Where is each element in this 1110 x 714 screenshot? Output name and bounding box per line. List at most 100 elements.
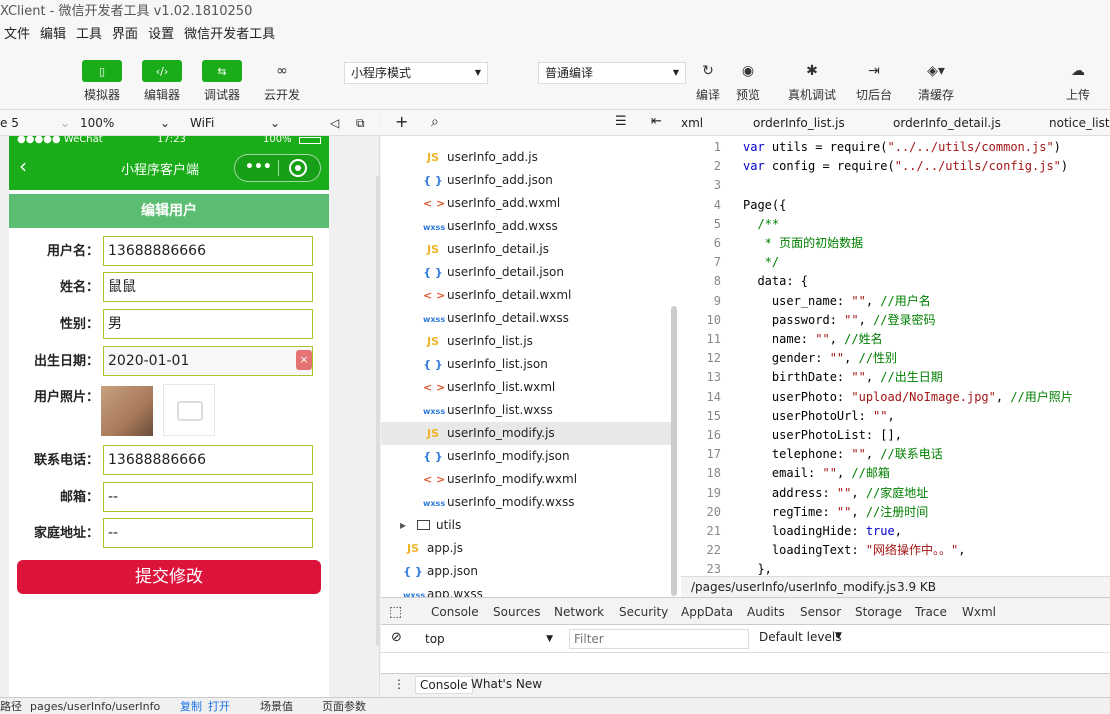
rotate-icon[interactable]: ⧉ bbox=[356, 110, 365, 136]
preview-button[interactable]: ◉ 预览 bbox=[728, 60, 768, 103]
file-item[interactable]: wxss app.wxss bbox=[403, 583, 673, 597]
search-icon[interactable]: ⌕ bbox=[431, 114, 439, 130]
drawer-tab-console[interactable]: Console bbox=[415, 676, 473, 694]
code-editor[interactable]: 1 var utils = require("../../utils/common… bbox=[681, 136, 1110, 576]
background-button[interactable]: ⇥ 切后台 bbox=[854, 60, 894, 103]
cloud-dev-button[interactable]: ∞ 云开发 bbox=[262, 60, 302, 103]
file-item[interactable]: wxss userInfo_detail.wxss bbox=[423, 307, 673, 330]
tab-orderinfo-list[interactable]: orderInfo_list.js bbox=[753, 110, 845, 135]
remote-debug-button[interactable]: ✱ 真机调试 bbox=[788, 60, 836, 103]
file-item[interactable]: JS userInfo_add.js bbox=[423, 146, 673, 169]
menu-tools[interactable]: 工具 bbox=[72, 24, 108, 46]
gender-input[interactable]: 男 bbox=[103, 309, 313, 339]
clear-console-icon[interactable]: ⊘ bbox=[391, 630, 402, 645]
debug-icon: ⇆ bbox=[202, 60, 242, 82]
add-photo-button[interactable] bbox=[163, 384, 215, 436]
upload-button[interactable]: ☁ 上传 bbox=[1058, 60, 1098, 103]
menu-view[interactable]: 界面 bbox=[108, 24, 144, 46]
simulator-scrollbar[interactable] bbox=[376, 176, 379, 646]
compile-button[interactable]: ↻ 编译 bbox=[688, 60, 728, 103]
compile-select[interactable]: 普通编译 ▼ bbox=[538, 62, 686, 84]
code-line: 4 Page({ bbox=[681, 196, 787, 215]
log-levels-select[interactable]: Default levels bbox=[759, 630, 841, 644]
file-item[interactable]: wxss userInfo_list.wxss bbox=[423, 399, 673, 422]
file-item[interactable]: < > userInfo_detail.wxml bbox=[423, 284, 673, 307]
inspect-icon[interactable]: ⬚ bbox=[389, 598, 402, 626]
file-item[interactable]: JS app.js bbox=[403, 537, 673, 560]
telephone-input[interactable]: 13688886666 bbox=[103, 445, 313, 475]
device-select[interactable]: e 5 bbox=[0, 110, 19, 136]
tab-wxml[interactable]: Wxml bbox=[962, 598, 996, 626]
tab-audits[interactable]: Audits bbox=[747, 598, 785, 626]
copy-path-link[interactable]: 复制 bbox=[180, 698, 202, 714]
editor-button[interactable]: ‹/› 编辑器 bbox=[142, 60, 182, 103]
scene-value-label[interactable]: 场景值 bbox=[260, 698, 293, 714]
address-row: 家庭地址： -- bbox=[9, 518, 329, 548]
close-miniprogram-icon[interactable] bbox=[289, 159, 307, 177]
email-input[interactable]: -- bbox=[103, 482, 313, 512]
file-item[interactable]: < > userInfo_modify.wxml bbox=[423, 468, 673, 491]
file-item[interactable]: { } app.json bbox=[403, 560, 673, 583]
context-select[interactable]: top ▼ bbox=[421, 628, 561, 650]
file-item[interactable]: wxss userInfo_modify.wxss bbox=[423, 491, 673, 514]
code-token: regTime: bbox=[743, 504, 837, 519]
menu-wechat-devtools[interactable]: 微信开发者工具 bbox=[180, 24, 281, 46]
file-item[interactable]: JS userInfo_modify.js bbox=[381, 422, 671, 445]
tab-trace[interactable]: Trace bbox=[915, 598, 947, 626]
code-token: //邮箱 bbox=[851, 466, 890, 481]
birthdate-picker[interactable]: 2020-01-01 bbox=[103, 346, 313, 376]
back-arrow-icon[interactable]: ‹ bbox=[19, 154, 27, 178]
file-item[interactable]: { } userInfo_detail.json bbox=[423, 261, 673, 284]
page-params-label[interactable]: 页面参数 bbox=[322, 698, 366, 714]
tab-notice-list[interactable]: notice_list. bbox=[1049, 110, 1110, 135]
tab-storage[interactable]: Storage bbox=[855, 598, 902, 626]
tab-appdata[interactable]: AppData bbox=[681, 598, 733, 626]
code-token: require( bbox=[829, 140, 888, 154]
drawer-tab-whats-new[interactable]: What's New bbox=[471, 677, 542, 691]
name-input[interactable]: 鼠鼠 bbox=[103, 272, 313, 302]
open-path-link[interactable]: 打开 bbox=[208, 698, 230, 714]
username-input[interactable]: 13688886666 bbox=[103, 236, 313, 266]
tab-orderinfo-detail[interactable]: orderInfo_detail.js bbox=[893, 110, 1001, 135]
sort-icon[interactable]: ☰ bbox=[615, 114, 627, 129]
file-item[interactable]: < > userInfo_add.wxml bbox=[423, 192, 673, 215]
volume-icon[interactable]: ◁ bbox=[330, 110, 339, 136]
submit-button[interactable]: 提交修改 bbox=[17, 560, 321, 594]
debugger-button[interactable]: ⇆ 调试器 bbox=[202, 60, 242, 103]
wxss-file-icon: wxss bbox=[403, 591, 426, 597]
file-tree-scrollbar[interactable] bbox=[671, 306, 677, 596]
network-select[interactable]: WiFi bbox=[190, 110, 214, 136]
file-item[interactable]: < > userInfo_list.wxml bbox=[423, 376, 673, 399]
file-item[interactable]: { } userInfo_modify.json bbox=[423, 445, 673, 468]
collapse-icon[interactable]: ⇤ bbox=[651, 114, 662, 129]
zoom-select[interactable]: 100% bbox=[80, 110, 114, 136]
menu-edit[interactable]: 编辑 bbox=[36, 24, 72, 46]
folder-item[interactable]: ▸ utils bbox=[393, 514, 663, 537]
menu-settings[interactable]: 设置 bbox=[144, 24, 180, 46]
code-token: , bbox=[836, 466, 852, 481]
file-item[interactable]: wxss userInfo_add.wxss bbox=[423, 215, 673, 238]
user-photo-thumbnail[interactable] bbox=[101, 386, 153, 436]
address-input[interactable]: -- bbox=[103, 518, 313, 548]
file-item[interactable]: { } userInfo_add.json bbox=[423, 169, 673, 192]
more-icon[interactable]: ••• bbox=[245, 159, 272, 175]
tab-sources[interactable]: Sources bbox=[493, 598, 540, 626]
menu-file[interactable]: 文件 bbox=[0, 24, 36, 46]
tab-security[interactable]: Security bbox=[619, 598, 668, 626]
clear-date-icon[interactable]: × bbox=[296, 350, 312, 370]
code-token: , bbox=[844, 351, 859, 366]
tab-network[interactable]: Network bbox=[554, 598, 604, 626]
file-item[interactable]: { } userInfo_list.json bbox=[423, 353, 673, 376]
tab-console[interactable]: Console bbox=[431, 598, 479, 628]
console-output[interactable] bbox=[381, 653, 1110, 673]
add-icon[interactable]: + bbox=[395, 112, 408, 131]
tab-xml[interactable]: xml bbox=[681, 110, 703, 135]
mode-select[interactable]: 小程序模式 ▼ bbox=[344, 62, 488, 84]
clear-cache-button[interactable]: ◈▾ 清缓存 bbox=[916, 60, 956, 103]
simulator-button[interactable]: ▯ 模拟器 bbox=[82, 60, 122, 103]
console-filter-input[interactable] bbox=[569, 629, 749, 649]
file-item[interactable]: JS userInfo_detail.js bbox=[423, 238, 673, 261]
more-vertical-icon[interactable]: ⋮ bbox=[393, 677, 405, 691]
file-item[interactable]: JS userInfo_list.js bbox=[423, 330, 673, 353]
tab-sensor[interactable]: Sensor bbox=[800, 598, 841, 626]
